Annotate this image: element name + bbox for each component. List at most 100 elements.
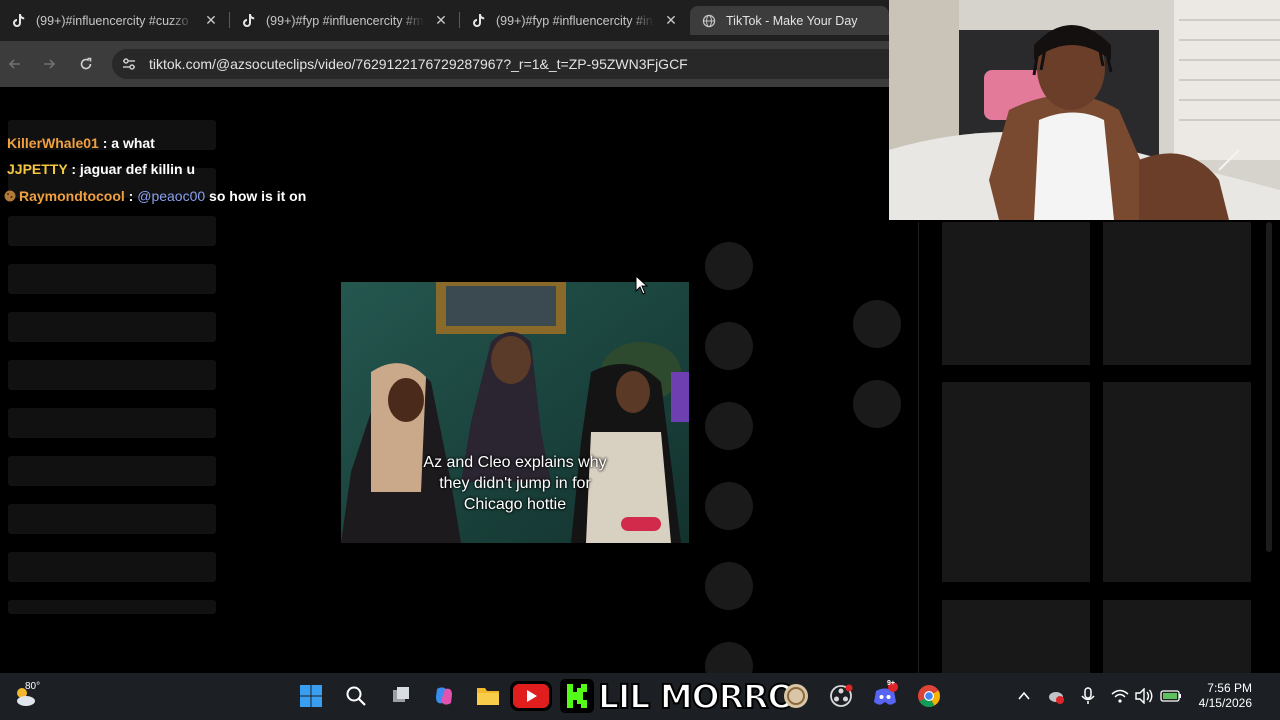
chevron-up-icon [1018, 691, 1030, 700]
chat-placeholder [8, 216, 216, 246]
chat-username: Raymondtocool [19, 188, 125, 204]
chat-separator: : [98, 135, 112, 151]
task-view-button[interactable] [388, 683, 414, 709]
tab-1[interactable]: (99+)#influencercity #cuzzo ✕ [0, 6, 229, 35]
page-content: KillerWhale01 : a what JJPETTY : jaguar … [0, 87, 918, 690]
chat-separator: : [67, 161, 80, 177]
wifi-icon [1111, 689, 1129, 703]
tab-title: TikTok - Make Your Day [726, 13, 858, 28]
discord-button[interactable]: 9+ [872, 680, 898, 709]
chat-message: KillerWhale01 : a what [7, 135, 155, 151]
video-thumbnail[interactable] [942, 222, 1090, 365]
tab-active[interactable]: TikTok - Make Your Day [690, 6, 889, 35]
clock-date: 4/15/2026 [1198, 696, 1252, 710]
reload-button[interactable] [73, 51, 99, 77]
battery-charging-icon [1160, 690, 1181, 702]
chat-placeholder [8, 312, 216, 342]
youtube-button[interactable] [509, 679, 553, 713]
chat-message: JJPETTY : jaguar def killin u [7, 161, 195, 177]
chat-text: jaguar def killin u [79, 161, 196, 177]
chat-placeholder [8, 408, 216, 438]
windows-icon [300, 685, 322, 707]
start-button[interactable] [298, 683, 324, 709]
obs-button[interactable] [828, 683, 854, 709]
tiktok-icon [242, 14, 256, 28]
chat-username: JJPETTY [7, 161, 68, 177]
chat-separator: : [124, 188, 138, 204]
chat-placeholder [8, 504, 216, 534]
browser-tab-strip: (99+)#influencercity #cuzzo ✕ (99+)#fyp … [0, 0, 889, 41]
url-text: tiktok.com/@azsocuteclips/video/76291221… [149, 56, 688, 72]
wifi-button[interactable] [1107, 683, 1133, 709]
file-explorer-button[interactable] [475, 683, 501, 709]
caption-line: they didn't jump in for [439, 475, 591, 492]
caption-line: Az and Cleo explains why [423, 454, 607, 471]
weather-temperature: 80° [25, 681, 41, 692]
chat-placeholder [8, 552, 216, 582]
tray-app-button[interactable] [1043, 683, 1069, 709]
cloud-sync-icon [1049, 692, 1064, 704]
tab-2[interactable]: (99+)#fyp #influencercity #m ✕ [230, 6, 459, 35]
tab-title: (99+)#fyp #influencercity #m [266, 13, 424, 28]
search-icon [346, 686, 366, 706]
address-bar[interactable]: tiktok.com/@azsocuteclips/video/76291221… [112, 49, 889, 79]
chrome-icon [918, 685, 940, 707]
chat-text: a what [111, 135, 155, 151]
bookmark-button[interactable] [705, 402, 753, 450]
site-settings-icon[interactable] [120, 55, 138, 73]
forward-button[interactable] [36, 51, 62, 77]
video-thumbnail[interactable] [942, 600, 1090, 673]
scroll-up-button[interactable] [853, 300, 901, 348]
clock-time: 7:56 PM [1207, 681, 1252, 695]
chat-text: so how is it on [205, 188, 307, 204]
chat-mention: @peaoc00 [137, 188, 206, 204]
webcam-overlay [889, 0, 1280, 220]
chat-placeholder [8, 264, 216, 294]
cookie-badge-icon [4, 189, 16, 202]
system-clock[interactable]: 7:56 PM 4/15/2026 [1199, 681, 1252, 711]
tiktok-icon [472, 14, 486, 28]
close-icon[interactable]: ✕ [433, 12, 449, 28]
streamer-name-overlay: LIL MORRO [597, 676, 797, 717]
video-thumbnail[interactable] [1103, 222, 1251, 365]
chrome-button[interactable] [916, 683, 942, 709]
chat-message: Raymondtocool : @peaoc00 so how is it on [4, 188, 306, 204]
kick-button[interactable] [559, 678, 595, 714]
close-icon[interactable]: ✕ [663, 12, 679, 28]
youtube-icon [510, 681, 552, 711]
chat-overlay: KillerWhale01 : a what JJPETTY : jaguar … [0, 87, 306, 673]
battery-button[interactable] [1158, 683, 1184, 709]
video-thumbnail[interactable] [1103, 382, 1251, 582]
microphone-icon [1081, 687, 1095, 704]
chat-placeholder [8, 360, 216, 390]
share-button[interactable] [705, 482, 753, 530]
tab-3[interactable]: (99+)#fyp #influencercity #inf ✕ [460, 6, 689, 35]
browser-toolbar: tiktok.com/@azsocuteclips/video/76291221… [0, 41, 889, 87]
video-caption: Az and Cleo explains why they didn't jum… [341, 452, 689, 515]
caption-line: Chicago hottie [463, 496, 567, 513]
comment-button[interactable] [705, 322, 753, 370]
app-button[interactable] [783, 683, 809, 709]
video-player[interactable]: Az and Cleo explains why they didn't jum… [341, 282, 689, 543]
kick-icon [560, 679, 594, 713]
copilot-button[interactable] [431, 683, 457, 709]
volume-button[interactable] [1131, 683, 1157, 709]
show-hidden-icons-button[interactable] [1011, 683, 1037, 709]
task-view-icon [393, 687, 409, 702]
video-thumbnail[interactable] [942, 382, 1090, 582]
microphone-button[interactable] [1075, 683, 1101, 709]
back-button[interactable] [2, 51, 28, 77]
scroll-down-button[interactable] [853, 380, 901, 428]
like-button[interactable] [705, 242, 753, 290]
screen: (99+)#influencercity #cuzzo ✕ (99+)#fyp … [0, 0, 1280, 720]
scrollbar[interactable] [1266, 222, 1272, 552]
close-icon[interactable]: ✕ [203, 12, 219, 28]
video-thumbnail[interactable] [1103, 600, 1251, 673]
chat-username: KillerWhale01 [7, 135, 99, 151]
search-button[interactable] [343, 683, 369, 709]
reload-icon [80, 57, 92, 70]
webcam-feed [889, 0, 1280, 220]
mouse-cursor-icon [635, 275, 649, 295]
obs-icon [830, 684, 853, 707]
action-button[interactable] [705, 562, 753, 610]
